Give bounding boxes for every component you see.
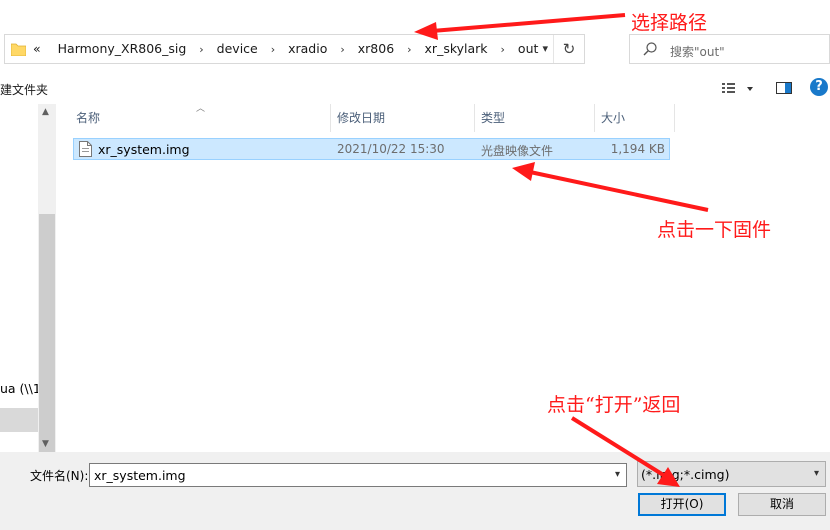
refresh-icon: ↻ — [562, 40, 576, 58]
breadcrumb-item[interactable]: xr806 — [358, 41, 394, 56]
breadcrumb-item[interactable]: xradio — [288, 41, 327, 56]
filename-input[interactable]: xr_system.img ▾ — [89, 463, 627, 487]
file-type: 光盘映像文件 — [481, 144, 554, 158]
cancel-button[interactable]: 取消 — [738, 493, 826, 516]
file-size: 1,194 KB — [610, 142, 665, 156]
nav-item-network[interactable]: ua (\\19 — [0, 381, 38, 396]
filename-label: 文件名(N): — [30, 469, 89, 483]
file-row-selected[interactable]: xr_system.img 2021/10/22 15:30 光盘映像文件 1,… — [73, 138, 670, 160]
refresh-button[interactable]: ↻ — [553, 35, 584, 63]
arrow-to-file — [529, 170, 709, 212]
annotation-click-open: 点击“打开”返回 — [547, 394, 681, 416]
file-name: xr_system.img — [98, 142, 190, 157]
nav-scrollbar[interactable]: ▲ ▼ — [38, 104, 56, 504]
chevron-down-icon[interactable]: ▾ — [615, 469, 620, 480]
search-box[interactable]: 搜索"out" — [629, 34, 830, 64]
nav-selected-item[interactable] — [0, 408, 38, 432]
file-icon — [79, 141, 92, 157]
chevron-down-icon[interactable]: ▾ — [814, 468, 819, 479]
scroll-up-icon[interactable]: ▲ — [42, 107, 49, 117]
details-view-icon — [722, 83, 753, 93]
breadcrumb-item[interactable]: xr_skylark — [425, 41, 488, 56]
address-bar[interactable]: « Harmony_XR806_sig › device › xradio › … — [4, 34, 585, 64]
search-placeholder: 搜索"out" — [670, 45, 725, 59]
open-button[interactable]: 打开(O) — [638, 493, 726, 516]
new-folder-button[interactable]: 建文件夹 — [0, 81, 48, 98]
chevron-right-icon[interactable]: › — [501, 43, 505, 56]
filename-value: xr_system.img — [94, 468, 186, 483]
help-icon: ? — [815, 79, 823, 94]
breadcrumb-item[interactable]: out — [518, 41, 538, 56]
chevron-right-icon[interactable]: › — [199, 43, 203, 56]
breadcrumb-overflow[interactable]: « — [33, 41, 41, 56]
annotation-arrows — [414, 13, 709, 487]
view-options-button[interactable] — [720, 80, 758, 98]
help-button[interactable]: ? — [810, 78, 828, 96]
file-type-filter[interactable]: (*.img;*.cimg) ▾ — [637, 461, 826, 487]
annotation-select-path: 选择路径 — [631, 12, 708, 34]
chevron-right-icon[interactable]: › — [271, 43, 275, 56]
file-date: 2021/10/22 15:30 — [337, 142, 445, 156]
column-header-type[interactable]: 类型 — [475, 104, 595, 132]
scroll-down-icon[interactable]: ▼ — [42, 439, 49, 449]
column-header-name[interactable]: 名称 — [70, 104, 331, 132]
search-icon — [643, 42, 657, 56]
column-header-date[interactable]: 修改日期 — [331, 104, 475, 132]
preview-pane-button[interactable] — [775, 80, 793, 96]
annotation-click-firmware: 点击一下固件 — [657, 219, 772, 241]
arrow-to-address — [431, 13, 626, 33]
preview-pane-icon — [776, 82, 792, 94]
folder-icon — [11, 43, 26, 56]
column-header-size[interactable]: 大小 — [595, 104, 675, 132]
breadcrumb-item[interactable]: device — [217, 41, 258, 56]
breadcrumb: « Harmony_XR806_sig › device › xradio › … — [33, 41, 538, 56]
chevron-right-icon[interactable]: › — [340, 43, 344, 56]
chevron-down-icon[interactable]: ▾ — [542, 42, 548, 55]
chevron-right-icon[interactable]: › — [407, 43, 411, 56]
filter-value: (*.img;*.cimg) — [641, 467, 730, 482]
arrowhead-file — [512, 162, 535, 181]
breadcrumb-item[interactable]: Harmony_XR806_sig — [58, 41, 187, 56]
